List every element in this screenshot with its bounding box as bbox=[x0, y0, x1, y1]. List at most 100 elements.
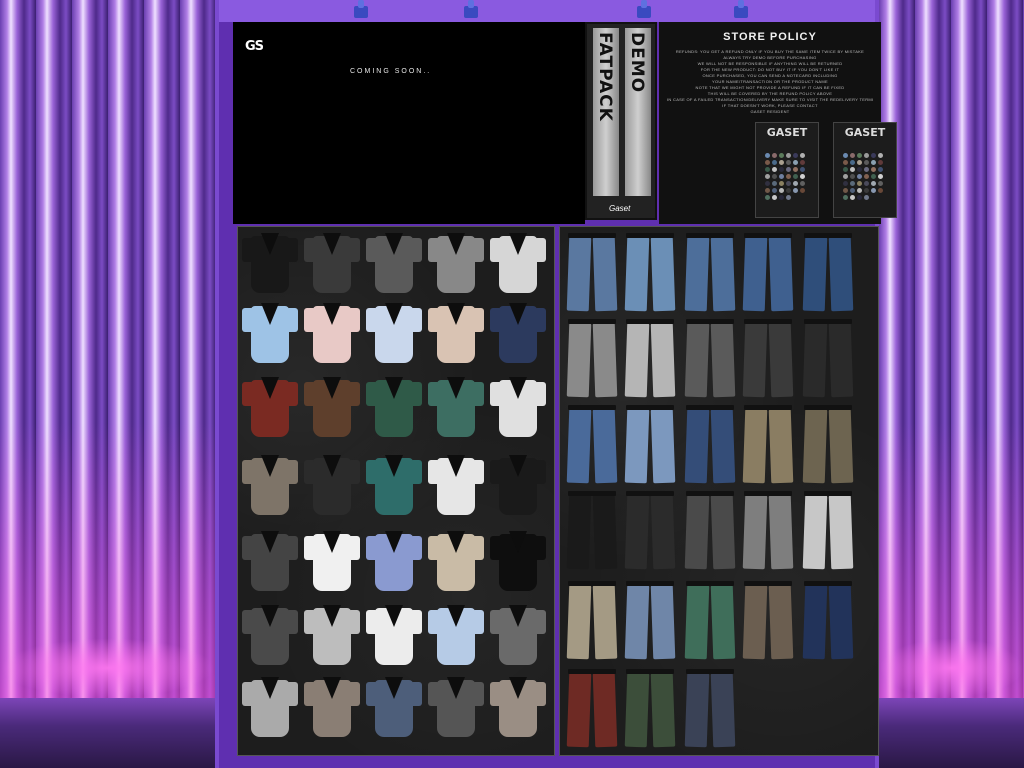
shirt-item[interactable] bbox=[490, 301, 546, 367]
color-dot[interactable] bbox=[779, 160, 784, 165]
color-dot[interactable] bbox=[871, 174, 876, 179]
color-swatch-card[interactable]: GASET bbox=[755, 122, 819, 218]
color-dot[interactable] bbox=[878, 188, 883, 193]
color-dot[interactable] bbox=[864, 167, 869, 172]
color-dot[interactable] bbox=[772, 188, 777, 193]
color-dot[interactable] bbox=[793, 153, 798, 158]
color-dot[interactable] bbox=[786, 188, 791, 193]
pants-item[interactable] bbox=[740, 317, 796, 399]
color-dot[interactable] bbox=[857, 160, 862, 165]
pants-item[interactable] bbox=[800, 317, 856, 399]
color-dot[interactable] bbox=[765, 174, 770, 179]
color-dot[interactable] bbox=[864, 174, 869, 179]
color-dot[interactable] bbox=[793, 181, 798, 186]
color-dot[interactable] bbox=[793, 160, 798, 165]
pants-item[interactable] bbox=[682, 579, 738, 661]
pants-item[interactable] bbox=[564, 579, 620, 661]
color-dot[interactable] bbox=[772, 195, 777, 200]
shirt-item[interactable] bbox=[428, 375, 484, 441]
shirt-item[interactable] bbox=[242, 453, 298, 519]
color-dot[interactable] bbox=[843, 174, 848, 179]
shirt-item[interactable] bbox=[428, 603, 484, 669]
color-dot[interactable] bbox=[800, 167, 805, 172]
color-dot[interactable] bbox=[779, 181, 784, 186]
color-dot[interactable] bbox=[779, 153, 784, 158]
color-dot[interactable] bbox=[871, 188, 876, 193]
shirt-item[interactable] bbox=[366, 301, 422, 367]
coming-soon-panel[interactable]: GS COMING SOON.. bbox=[233, 22, 585, 224]
pants-item[interactable] bbox=[800, 489, 856, 571]
pants-item[interactable] bbox=[682, 403, 738, 485]
pants-item[interactable] bbox=[622, 403, 678, 485]
shirt-item[interactable] bbox=[304, 603, 360, 669]
demo-fatpack-box[interactable]: FATPACK DEMO Gaset bbox=[585, 22, 657, 220]
color-dot[interactable] bbox=[793, 188, 798, 193]
color-dot[interactable] bbox=[878, 181, 883, 186]
color-dot[interactable] bbox=[765, 160, 770, 165]
pants-item[interactable] bbox=[740, 403, 796, 485]
color-dot[interactable] bbox=[793, 174, 798, 179]
color-dot[interactable] bbox=[871, 167, 876, 172]
color-dot[interactable] bbox=[765, 167, 770, 172]
color-dot[interactable] bbox=[850, 153, 855, 158]
shirt-item[interactable] bbox=[242, 231, 298, 297]
color-dot[interactable] bbox=[878, 174, 883, 179]
color-dot[interactable] bbox=[843, 181, 848, 186]
color-dot[interactable] bbox=[871, 153, 876, 158]
color-dot[interactable] bbox=[772, 181, 777, 186]
color-dot[interactable] bbox=[871, 160, 876, 165]
pants-item[interactable] bbox=[622, 317, 678, 399]
pants-item[interactable] bbox=[740, 231, 796, 313]
shirt-item[interactable] bbox=[366, 453, 422, 519]
shirt-item[interactable] bbox=[304, 675, 360, 741]
pants-item[interactable] bbox=[564, 667, 620, 749]
color-dot[interactable] bbox=[864, 160, 869, 165]
color-dot[interactable] bbox=[765, 188, 770, 193]
shirt-item[interactable] bbox=[242, 375, 298, 441]
color-dot[interactable] bbox=[843, 153, 848, 158]
pants-item[interactable] bbox=[800, 579, 856, 661]
shirt-item[interactable] bbox=[428, 453, 484, 519]
color-dot[interactable] bbox=[800, 174, 805, 179]
color-dot[interactable] bbox=[857, 174, 862, 179]
pants-item[interactable] bbox=[622, 667, 678, 749]
shirt-item[interactable] bbox=[428, 675, 484, 741]
color-dot[interactable] bbox=[772, 153, 777, 158]
shirt-item[interactable] bbox=[428, 529, 484, 595]
color-dot[interactable] bbox=[878, 160, 883, 165]
color-dot[interactable] bbox=[843, 195, 848, 200]
color-dot[interactable] bbox=[871, 181, 876, 186]
color-dot[interactable] bbox=[850, 174, 855, 179]
color-dot[interactable] bbox=[786, 195, 791, 200]
shirt-item[interactable] bbox=[490, 675, 546, 741]
color-dot[interactable] bbox=[786, 153, 791, 158]
pants-item[interactable] bbox=[800, 231, 856, 313]
shirt-item[interactable] bbox=[490, 231, 546, 297]
shirt-item[interactable] bbox=[242, 603, 298, 669]
pants-item[interactable] bbox=[564, 317, 620, 399]
color-dot[interactable] bbox=[843, 167, 848, 172]
shirt-item[interactable] bbox=[242, 675, 298, 741]
color-dot[interactable] bbox=[765, 195, 770, 200]
shirt-item[interactable] bbox=[366, 231, 422, 297]
color-dot[interactable] bbox=[857, 153, 862, 158]
color-dot[interactable] bbox=[793, 167, 798, 172]
pants-item[interactable] bbox=[564, 489, 620, 571]
color-dot[interactable] bbox=[878, 167, 883, 172]
color-dot[interactable] bbox=[800, 188, 805, 193]
store-policy-panel[interactable]: STORE POLICY REFUNDS: YOU GET A REFUND O… bbox=[659, 22, 897, 224]
color-dot[interactable] bbox=[772, 167, 777, 172]
color-dot[interactable] bbox=[786, 160, 791, 165]
color-dot[interactable] bbox=[864, 188, 869, 193]
shirt-item[interactable] bbox=[304, 301, 360, 367]
color-dot[interactable] bbox=[864, 181, 869, 186]
color-dot[interactable] bbox=[800, 153, 805, 158]
pants-item[interactable] bbox=[740, 489, 796, 571]
shirt-item[interactable] bbox=[366, 603, 422, 669]
color-dot[interactable] bbox=[786, 174, 791, 179]
pants-item[interactable] bbox=[682, 317, 738, 399]
color-dot[interactable] bbox=[843, 160, 848, 165]
color-dot[interactable] bbox=[800, 181, 805, 186]
pants-item[interactable] bbox=[682, 489, 738, 571]
shirt-item[interactable] bbox=[366, 675, 422, 741]
